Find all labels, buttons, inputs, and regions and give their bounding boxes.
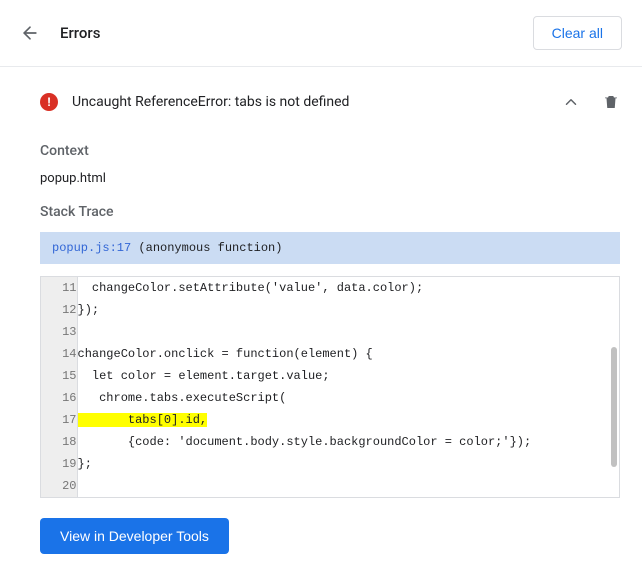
header: Errors Clear all bbox=[0, 0, 642, 67]
code-text: {code: 'document.body.style.backgroundCo… bbox=[77, 431, 619, 453]
line-number: 20 bbox=[41, 475, 77, 497]
stack-function: (anonymous function) bbox=[138, 241, 282, 255]
code-line: 17 tabs[0].id, bbox=[41, 409, 619, 431]
code-line: 18 {code: 'document.body.style.backgroun… bbox=[41, 431, 619, 453]
code-text bbox=[77, 475, 619, 497]
back-arrow-icon[interactable] bbox=[20, 23, 40, 43]
stack-trace-label: Stack Trace bbox=[40, 204, 620, 220]
page-title: Errors bbox=[60, 24, 100, 42]
context-value: popup.html bbox=[40, 171, 620, 186]
view-in-devtools-button[interactable]: View in Developer Tools bbox=[40, 518, 229, 554]
line-number: 17 bbox=[41, 409, 77, 431]
code-line: 13 bbox=[41, 321, 619, 343]
line-number: 15 bbox=[41, 365, 77, 387]
line-number: 18 bbox=[41, 431, 77, 453]
error-message: Uncaught ReferenceError: tabs is not def… bbox=[72, 94, 349, 110]
code-text bbox=[77, 321, 619, 343]
error-icon: ! bbox=[40, 93, 58, 111]
error-left: ! Uncaught ReferenceError: tabs is not d… bbox=[40, 93, 349, 111]
line-number: 12 bbox=[41, 299, 77, 321]
code-line: 19}; bbox=[41, 453, 619, 475]
code-line: 16 chrome.tabs.executeScript( bbox=[41, 387, 619, 409]
header-left: Errors bbox=[20, 23, 100, 43]
code-line: 11 changeColor.setAttribute('value', dat… bbox=[41, 277, 619, 299]
stack-file: popup.js:17 bbox=[52, 241, 131, 255]
code-text: changeColor.setAttribute('value', data.c… bbox=[77, 277, 619, 299]
code-table: 11 changeColor.setAttribute('value', dat… bbox=[41, 277, 619, 497]
code-line: 12}); bbox=[41, 299, 619, 321]
line-number: 11 bbox=[41, 277, 77, 299]
code-line: 15 let color = element.target.value; bbox=[41, 365, 619, 387]
line-number: 16 bbox=[41, 387, 77, 409]
line-number: 13 bbox=[41, 321, 77, 343]
scrollbar[interactable] bbox=[611, 347, 617, 467]
line-number: 14 bbox=[41, 343, 77, 365]
trash-icon[interactable] bbox=[602, 93, 620, 111]
content: ! Uncaught ReferenceError: tabs is not d… bbox=[0, 67, 642, 572]
code-text: chrome.tabs.executeScript( bbox=[77, 387, 619, 409]
line-number: 19 bbox=[41, 453, 77, 475]
stack-frame-header[interactable]: popup.js:17 (anonymous function) bbox=[40, 232, 620, 264]
error-actions bbox=[562, 93, 620, 111]
code-text: let color = element.target.value; bbox=[77, 365, 619, 387]
context-label: Context bbox=[40, 143, 620, 159]
code-text: tabs[0].id, bbox=[77, 409, 619, 431]
code-line: 14changeColor.onclick = function(element… bbox=[41, 343, 619, 365]
code-text: changeColor.onclick = function(element) … bbox=[77, 343, 619, 365]
error-row: ! Uncaught ReferenceError: tabs is not d… bbox=[40, 79, 620, 125]
code-text: }); bbox=[77, 299, 619, 321]
code-text: }; bbox=[77, 453, 619, 475]
clear-all-button[interactable]: Clear all bbox=[533, 16, 622, 50]
chevron-up-icon[interactable] bbox=[562, 93, 580, 111]
code-viewer: 11 changeColor.setAttribute('value', dat… bbox=[40, 276, 620, 498]
code-line: 20 bbox=[41, 475, 619, 497]
